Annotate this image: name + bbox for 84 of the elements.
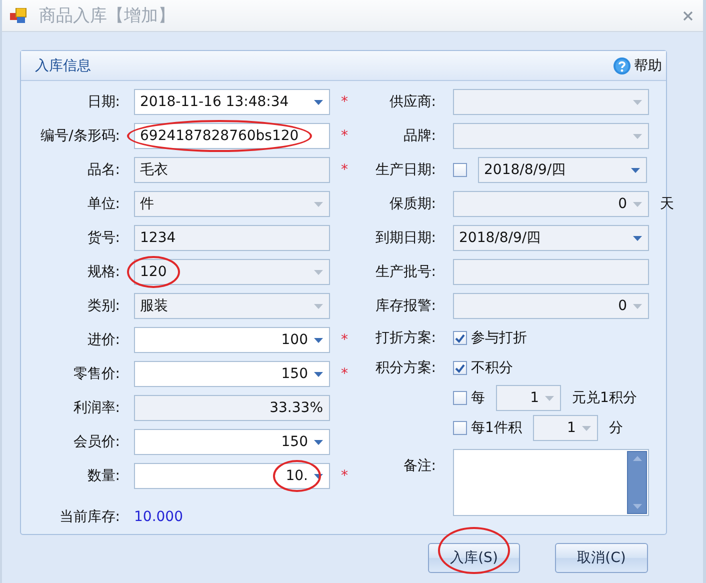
unit-label: 天 [660,195,674,213]
number-field[interactable]: 0 [453,293,649,319]
combo-box[interactable]: 服装 [134,293,330,319]
scroll-up-icon[interactable] [632,456,642,461]
checkmark-icon [455,334,465,342]
dialog-button[interactable]: 入库(S) [428,543,520,573]
dropdown-arrow-icon[interactable] [314,474,323,478]
checkbox[interactable] [453,361,467,375]
field-label: 库存报警: [374,297,436,315]
number-field[interactable]: 33.33% [134,395,330,421]
combo-box[interactable] [453,123,649,149]
checkbox-label[interactable]: 每1件积 [471,419,522,437]
field-label: 编号/条形码: [40,127,120,145]
text-field[interactable]: 毛衣 [134,157,330,183]
field-label: 打折方案: [374,329,436,347]
scrollbar[interactable] [627,451,647,514]
number-field[interactable]: 150 [134,361,330,387]
dropdown-arrow-icon[interactable] [314,338,323,342]
field-label: 当前库存: [58,508,120,526]
field-label: 品牌: [402,127,436,145]
date-field[interactable]: 2018/8/9/四 [453,225,649,251]
field-label: 会员价: [72,433,120,451]
field-label: 单位: [86,195,120,213]
number-field[interactable]: 100 [134,327,330,353]
field-label: 货号: [86,229,120,247]
dropdown-arrow-icon[interactable] [633,236,642,240]
panel-title: 入库信息 [35,56,91,74]
field-label: 日期: [86,93,120,111]
checkbox-label[interactable]: 每 [471,389,485,407]
checkbox[interactable] [453,331,467,345]
scroll-down-icon[interactable] [632,504,642,509]
help-icon [613,56,631,74]
field-label: 积分方案: [374,359,436,377]
checkbox-label[interactable]: 不积分 [471,359,513,377]
field-label: 备注: [402,457,436,475]
dialog-button[interactable]: 取消(C) [555,543,648,573]
required-mark: * [341,468,348,484]
text-field[interactable]: 1234 [134,225,330,251]
field-label: 进价: [86,331,120,349]
text-field[interactable] [453,259,649,285]
number-field[interactable]: 1 [496,385,561,411]
unit-label: 元兑1积分 [572,389,637,407]
number-field[interactable]: 10. [134,463,330,489]
combo-box[interactable]: 件 [134,191,330,217]
date-field[interactable]: 2018-11-16 13:48:34 [134,89,330,115]
field-label: 保质期: [388,195,436,213]
notes-field[interactable] [453,449,649,516]
dropdown-arrow-icon[interactable] [314,100,323,104]
number-field[interactable]: 1 [532,415,598,441]
dropdown-arrow-icon[interactable] [314,372,323,376]
dropdown-arrow-icon[interactable] [631,168,640,172]
field-label: 供应商: [388,93,436,111]
field-label: 生产批号: [374,263,436,281]
date-field[interactable]: 2018/8/9/四 [478,157,647,183]
window-title: 商品入库【增加】 [39,5,175,27]
number-field[interactable]: 0 [453,191,649,217]
required-mark: * [341,332,348,348]
field-label: 规格: [86,263,120,281]
dropdown-arrow-icon[interactable] [314,440,323,444]
field-label: 数量: [86,467,120,485]
checkbox[interactable] [453,163,467,177]
stock-value: 10.000 [134,509,183,525]
field-label: 到期日期: [374,229,436,247]
field-label: 类别: [86,297,120,315]
unit-label: 分 [608,419,623,437]
field-label: 品名: [86,161,120,179]
field-label: 利润率: [72,399,120,417]
field-label: 生产日期: [374,161,436,179]
required-mark: * [341,162,348,178]
checkbox-label[interactable]: 参与打折 [471,329,527,347]
required-mark: * [341,128,348,144]
app-icon [10,8,27,24]
number-field[interactable]: 150 [134,429,330,455]
help-link[interactable]: 帮助 [613,56,662,74]
close-icon[interactable] [683,10,693,20]
checkbox[interactable] [453,421,467,435]
combo-box[interactable] [453,89,649,115]
text-field[interactable]: 6924187828760bs120 [134,123,330,149]
combo-box[interactable]: 120 [134,259,330,285]
required-mark: * [341,366,348,382]
required-mark: * [341,94,348,110]
checkmark-icon [455,364,465,372]
field-label: 零售价: [72,365,120,383]
checkbox[interactable] [453,391,467,405]
